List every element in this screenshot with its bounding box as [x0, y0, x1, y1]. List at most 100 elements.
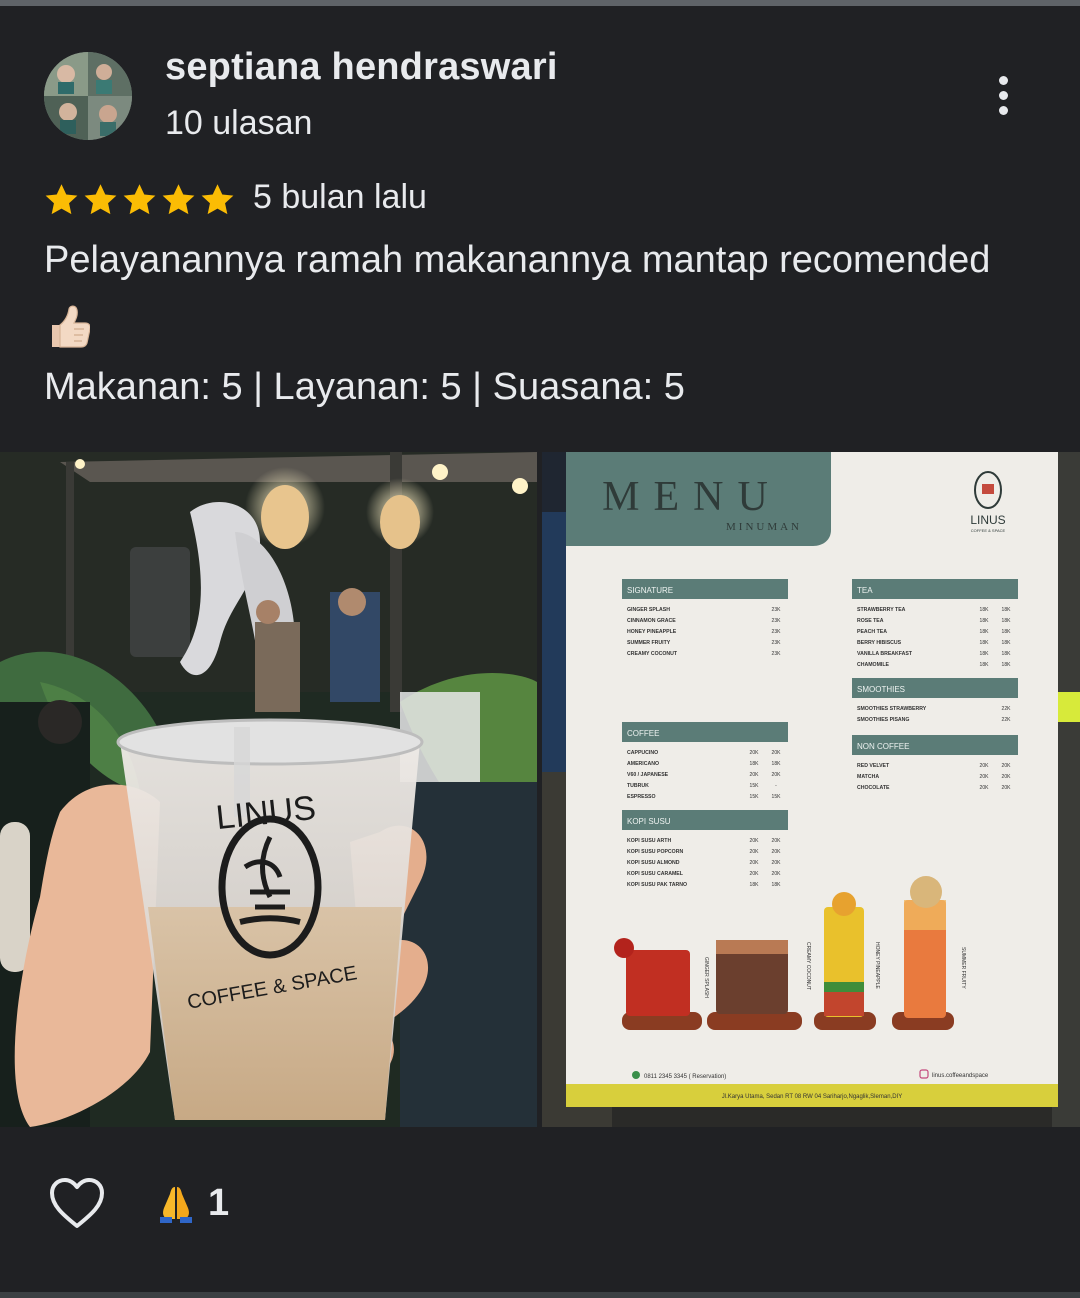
menu-item-name: CREAMY COCONUT: [627, 651, 678, 657]
menu-item-name: KOPI SUSU POPCORN: [627, 849, 683, 855]
menu-item-price: 18K: [980, 651, 990, 657]
menu-item-name: SMOOTHIES PISANG: [857, 717, 909, 723]
star-icon: [123, 184, 156, 215]
menu-item-price: 20K: [772, 871, 782, 877]
menu-item-name: CHOCOLATE: [857, 785, 890, 791]
folded-hands-emoji-icon: [160, 1187, 192, 1223]
menu-item-price: 20K: [772, 849, 782, 855]
menu-item-price: 15K: [750, 794, 760, 800]
menu-item-price: 18K: [750, 761, 760, 767]
menu-item-price: 18K: [1002, 640, 1012, 646]
menu-item-price: 23K: [772, 640, 782, 646]
menu-item-price: 20K: [980, 785, 990, 791]
menu-item-price: 20K: [980, 763, 990, 769]
menu-address: Jl.Karya Utama, Sedan RT 08 RW 04 Sariha…: [722, 1094, 902, 1100]
menu-item-price: 18K: [980, 662, 990, 668]
review-text: Pelayanannya ramah makanannya mantap rec…: [44, 239, 991, 281]
menu-item-name: SMOOTHIES STRAWBERRY: [857, 706, 927, 712]
menu-item-price: 18K: [980, 618, 990, 624]
drink-label: SUMMER FRUITY: [960, 947, 966, 989]
menu-item-name: CINNAMON GRACE: [627, 618, 676, 624]
heart-outline-icon[interactable]: [48, 1176, 106, 1230]
menu-item-price: 20K: [750, 838, 760, 844]
menu-section-title: SMOOTHIES: [857, 685, 905, 694]
reaction-count: 1: [208, 1181, 230, 1224]
review-count: 10 ulasan: [165, 104, 313, 142]
menu-item-price: 20K: [772, 860, 782, 866]
menu-section-header: [852, 579, 1018, 599]
menu-item-name: ROSE TEA: [857, 618, 884, 624]
menu-item-price: 18K: [1002, 662, 1012, 668]
menu-item-name: HONEY PINEAPPLE: [627, 629, 677, 635]
menu-item-price: 18K: [980, 629, 990, 635]
star-rating: [43, 180, 236, 222]
menu-section-title: NON COFFEE: [857, 742, 909, 751]
reviewer-avatar[interactable]: [44, 52, 132, 140]
menu-item-price: 20K: [750, 772, 760, 778]
menu-item-name: VANILLA BREAKFAST: [857, 651, 913, 657]
menu-item-name: MATCHA: [857, 774, 879, 780]
menu-item-name: RED VELVET: [857, 763, 890, 769]
reviewer-name[interactable]: septiana hendraswari: [165, 46, 558, 89]
menu-item-price: 22K: [1002, 706, 1012, 712]
menu-item-name: GINGER SPLASH: [627, 607, 670, 613]
menu-item-name: STRAWBERRY TEA: [857, 607, 906, 613]
menu-item-price: 20K: [1002, 763, 1012, 769]
menu-item-name: CHAMOMILE: [857, 662, 890, 668]
menu-item-name: KOPI SUSU PAK TARNO: [627, 882, 687, 888]
menu-item-name: PEACH TEA: [857, 629, 887, 635]
menu-item-price: 18K: [980, 607, 990, 613]
menu-item-name: CAPPUCINO: [627, 750, 658, 756]
menu-item-name: KOPI SUSU ARTH: [627, 838, 671, 844]
menu-title: MENU: [602, 474, 782, 520]
star-icon: [201, 184, 234, 215]
menu-item-price: 20K: [750, 750, 760, 756]
menu-brand: LINUS: [970, 513, 1005, 527]
menu-item-name: TUBRUK: [627, 783, 649, 789]
menu-item-price: 18K: [750, 882, 760, 888]
menu-item-name: BERRY HIBISCUS: [857, 640, 902, 646]
drink-label: GINGER SPLASH: [703, 957, 709, 998]
sub-ratings: Makanan: 5 | Layanan: 5 | Suasana: 5: [44, 366, 685, 408]
menu-phone: 0811 2345 3345 ( Reservation): [644, 1074, 726, 1080]
menu-item-price: 20K: [772, 772, 782, 778]
menu-item-price: 20K: [980, 774, 990, 780]
menu-item-price: 20K: [1002, 774, 1012, 780]
menu-item-name: KOPI SUSU CARAMEL: [627, 871, 684, 877]
menu-item-name: AMERICANO: [627, 761, 659, 767]
review-photo-cup[interactable]: LINUS COFFEE & SPACE: [0, 452, 537, 1127]
star-icon: [162, 184, 195, 215]
menu-item-price: 15K: [772, 794, 782, 800]
menu-item-price: 15K: [750, 783, 760, 789]
menu-item-price: 23K: [772, 618, 782, 624]
top-divider: [0, 0, 1080, 6]
menu-item-price: 20K: [772, 750, 782, 756]
menu-item-name: SUMMER FRUITY: [627, 640, 671, 646]
menu-item-price: 18K: [1002, 618, 1012, 624]
menu-item-price: 18K: [772, 761, 782, 767]
menu-brand-tagline: COFFEE & SPACE: [971, 528, 1006, 533]
menu-item-name: ESPRESSO: [627, 794, 656, 800]
menu-item-price: 20K: [772, 838, 782, 844]
menu-item-price: 22K: [1002, 717, 1012, 723]
drink-label: HONEY PINEAPPLE: [874, 942, 880, 990]
menu-section-title: COFFEE: [627, 729, 659, 738]
review-time: 5 bulan lalu: [253, 178, 427, 216]
menu-item-price: 23K: [772, 629, 782, 635]
menu-item-price: 20K: [750, 849, 760, 855]
menu-item-name: V60 / JAPANESE: [627, 772, 669, 778]
menu-section-title: SIGNATURE: [627, 586, 673, 595]
menu-section-title: KOPI SUSU: [627, 817, 671, 826]
menu-item-price: 18K: [1002, 651, 1012, 657]
more-options-icon[interactable]: [980, 70, 1026, 122]
menu-instagram: linus.coffeeandspace: [932, 1073, 989, 1079]
thumbs-up-emoji-icon: [52, 305, 90, 348]
menu-item-price: 20K: [1002, 785, 1012, 791]
menu-item-price: 23K: [772, 651, 782, 657]
review-photo-menu[interactable]: MENU MINUMAN LINUS COFFEE & SPACE SIGNAT…: [542, 452, 1080, 1127]
drink-label: CREAMY COCONUT: [805, 942, 811, 990]
star-icon: [84, 184, 117, 215]
star-icon: [45, 184, 78, 215]
bottom-divider: [0, 1292, 1080, 1298]
reaction-button[interactable]: 1: [158, 1178, 229, 1228]
